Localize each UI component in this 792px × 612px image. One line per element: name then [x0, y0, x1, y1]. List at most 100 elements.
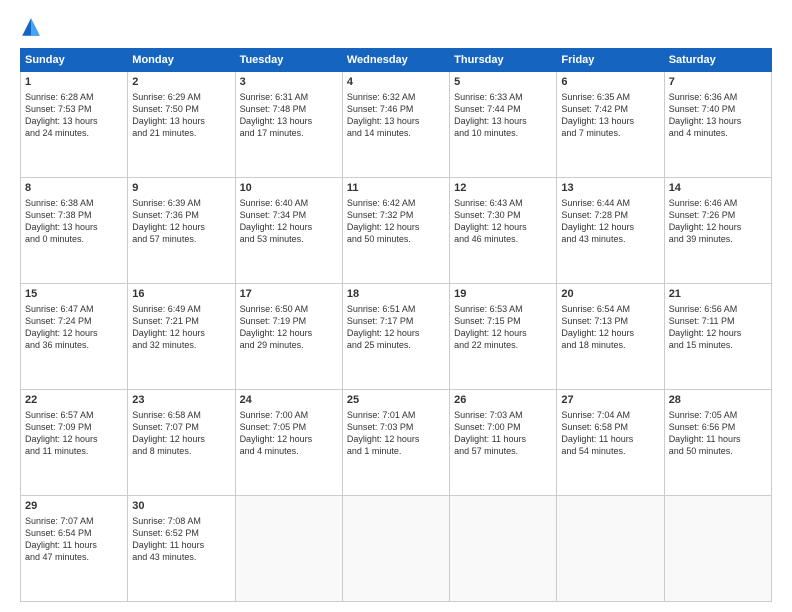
calendar-cell: 22Sunrise: 6:57 AMSunset: 7:09 PMDayligh…	[21, 390, 128, 496]
day-number: 5	[454, 75, 552, 90]
day-number: 17	[240, 287, 338, 302]
day-detail: Daylight: 12 hours	[240, 327, 338, 339]
day-detail: Daylight: 12 hours	[669, 327, 767, 339]
day-detail: and 4 minutes.	[669, 127, 767, 139]
day-detail: Sunrise: 6:29 AM	[132, 91, 230, 103]
day-number: 27	[561, 393, 659, 408]
day-detail: and 29 minutes.	[240, 339, 338, 351]
calendar-cell: 5Sunrise: 6:33 AMSunset: 7:44 PMDaylight…	[450, 72, 557, 178]
day-detail: Sunset: 7:13 PM	[561, 315, 659, 327]
calendar-cell: 10Sunrise: 6:40 AMSunset: 7:34 PMDayligh…	[235, 178, 342, 284]
day-detail: Sunrise: 6:28 AM	[25, 91, 123, 103]
day-detail: Sunset: 6:52 PM	[132, 527, 230, 539]
day-detail: Sunrise: 6:49 AM	[132, 303, 230, 315]
calendar-cell	[342, 496, 449, 602]
day-detail: Sunset: 7:34 PM	[240, 209, 338, 221]
day-detail: Sunrise: 6:54 AM	[561, 303, 659, 315]
day-detail: Sunset: 7:36 PM	[132, 209, 230, 221]
day-detail: Daylight: 13 hours	[454, 115, 552, 127]
day-detail: Sunset: 6:54 PM	[25, 527, 123, 539]
day-detail: and 39 minutes.	[669, 233, 767, 245]
day-detail: and 50 minutes.	[347, 233, 445, 245]
day-number: 19	[454, 287, 552, 302]
day-detail: Daylight: 12 hours	[132, 433, 230, 445]
day-detail: Daylight: 12 hours	[132, 221, 230, 233]
day-detail: Daylight: 12 hours	[132, 327, 230, 339]
day-detail: Daylight: 11 hours	[25, 539, 123, 551]
calendar-cell	[557, 496, 664, 602]
calendar-header-sunday: Sunday	[21, 49, 128, 72]
calendar-header-saturday: Saturday	[664, 49, 771, 72]
day-detail: Sunset: 7:21 PM	[132, 315, 230, 327]
calendar-week-3: 15Sunrise: 6:47 AMSunset: 7:24 PMDayligh…	[21, 284, 772, 390]
calendar-body: 1Sunrise: 6:28 AMSunset: 7:53 PM Daylight…	[21, 72, 772, 602]
calendar-cell: 20Sunrise: 6:54 AMSunset: 7:13 PMDayligh…	[557, 284, 664, 390]
day-number: 16	[132, 287, 230, 302]
day-detail: Daylight: 13 hours	[240, 115, 338, 127]
day-detail: Daylight: 12 hours	[240, 433, 338, 445]
day-detail: Sunset: 7:28 PM	[561, 209, 659, 221]
day-detail: Daylight: 12 hours	[347, 221, 445, 233]
day-number: 7	[669, 75, 767, 90]
calendar-header-row: SundayMondayTuesdayWednesdayThursdayFrid…	[21, 49, 772, 72]
day-detail: Sunrise: 6:51 AM	[347, 303, 445, 315]
calendar-cell: 29Sunrise: 7:07 AMSunset: 6:54 PMDayligh…	[21, 496, 128, 602]
day-detail: and 50 minutes.	[669, 445, 767, 457]
day-detail: and 43 minutes.	[132, 551, 230, 563]
day-detail: Sunrise: 7:08 AM	[132, 515, 230, 527]
day-detail: Sunset: 7:05 PM	[240, 421, 338, 433]
calendar-cell: 17Sunrise: 6:50 AMSunset: 7:19 PMDayligh…	[235, 284, 342, 390]
calendar-cell: 7Sunrise: 6:36 AMSunset: 7:40 PMDaylight…	[664, 72, 771, 178]
day-number: 14	[669, 181, 767, 196]
day-detail: Sunset: 7:46 PM	[347, 103, 445, 115]
day-number: 1	[25, 75, 123, 90]
day-number: 2	[132, 75, 230, 90]
day-detail: Sunrise: 6:31 AM	[240, 91, 338, 103]
day-detail: Sunrise: 6:57 AM	[25, 409, 123, 421]
day-detail: Sunset: 7:11 PM	[669, 315, 767, 327]
day-detail: Sunrise: 6:50 AM	[240, 303, 338, 315]
calendar-header-wednesday: Wednesday	[342, 49, 449, 72]
calendar-cell	[450, 496, 557, 602]
calendar-cell: 23Sunrise: 6:58 AMSunset: 7:07 PMDayligh…	[128, 390, 235, 496]
day-detail: Daylight: 12 hours	[561, 221, 659, 233]
calendar-cell: 27Sunrise: 7:04 AMSunset: 6:58 PMDayligh…	[557, 390, 664, 496]
calendar-cell: 30Sunrise: 7:08 AMSunset: 6:52 PMDayligh…	[128, 496, 235, 602]
day-detail: and 8 minutes.	[132, 445, 230, 457]
day-detail: Sunset: 7:30 PM	[454, 209, 552, 221]
day-detail: and 57 minutes.	[454, 445, 552, 457]
day-detail: Sunrise: 6:35 AM	[561, 91, 659, 103]
day-detail: Sunrise: 6:53 AM	[454, 303, 552, 315]
calendar-cell: 6Sunrise: 6:35 AMSunset: 7:42 PMDaylight…	[557, 72, 664, 178]
calendar-cell: 16Sunrise: 6:49 AMSunset: 7:21 PMDayligh…	[128, 284, 235, 390]
day-detail: Daylight: 13 hours	[25, 221, 123, 233]
day-detail: Sunset: 7:09 PM	[25, 421, 123, 433]
day-number: 24	[240, 393, 338, 408]
day-detail: and 53 minutes.	[240, 233, 338, 245]
day-detail: and 15 minutes.	[669, 339, 767, 351]
day-detail: Sunset: 7:48 PM	[240, 103, 338, 115]
logo-icon	[20, 16, 42, 38]
day-detail: Daylight: 12 hours	[454, 221, 552, 233]
day-number: 20	[561, 287, 659, 302]
day-detail: Sunrise: 6:46 AM	[669, 197, 767, 209]
day-number: 9	[132, 181, 230, 196]
calendar-table: SundayMondayTuesdayWednesdayThursdayFrid…	[20, 48, 772, 602]
calendar-cell: 3Sunrise: 6:31 AMSunset: 7:48 PMDaylight…	[235, 72, 342, 178]
day-detail: Daylight: 11 hours	[132, 539, 230, 551]
day-detail: Sunset: 7:19 PM	[240, 315, 338, 327]
day-detail: Daylight: 12 hours	[25, 433, 123, 445]
day-number: 8	[25, 181, 123, 196]
day-number: 23	[132, 393, 230, 408]
day-detail: Sunrise: 6:38 AM	[25, 197, 123, 209]
calendar-cell: 12Sunrise: 6:43 AMSunset: 7:30 PMDayligh…	[450, 178, 557, 284]
calendar-cell: 24Sunrise: 7:00 AMSunset: 7:05 PMDayligh…	[235, 390, 342, 496]
day-detail: and 54 minutes.	[561, 445, 659, 457]
day-detail: Daylight: 12 hours	[347, 433, 445, 445]
day-detail: Sunset: 7:53 PM	[25, 103, 123, 115]
day-detail: Sunset: 7:50 PM	[132, 103, 230, 115]
day-detail: Sunrise: 6:36 AM	[669, 91, 767, 103]
day-detail: and 17 minutes.	[240, 127, 338, 139]
day-detail: Daylight: 11 hours	[561, 433, 659, 445]
calendar-cell: 14Sunrise: 6:46 AMSunset: 7:26 PMDayligh…	[664, 178, 771, 284]
